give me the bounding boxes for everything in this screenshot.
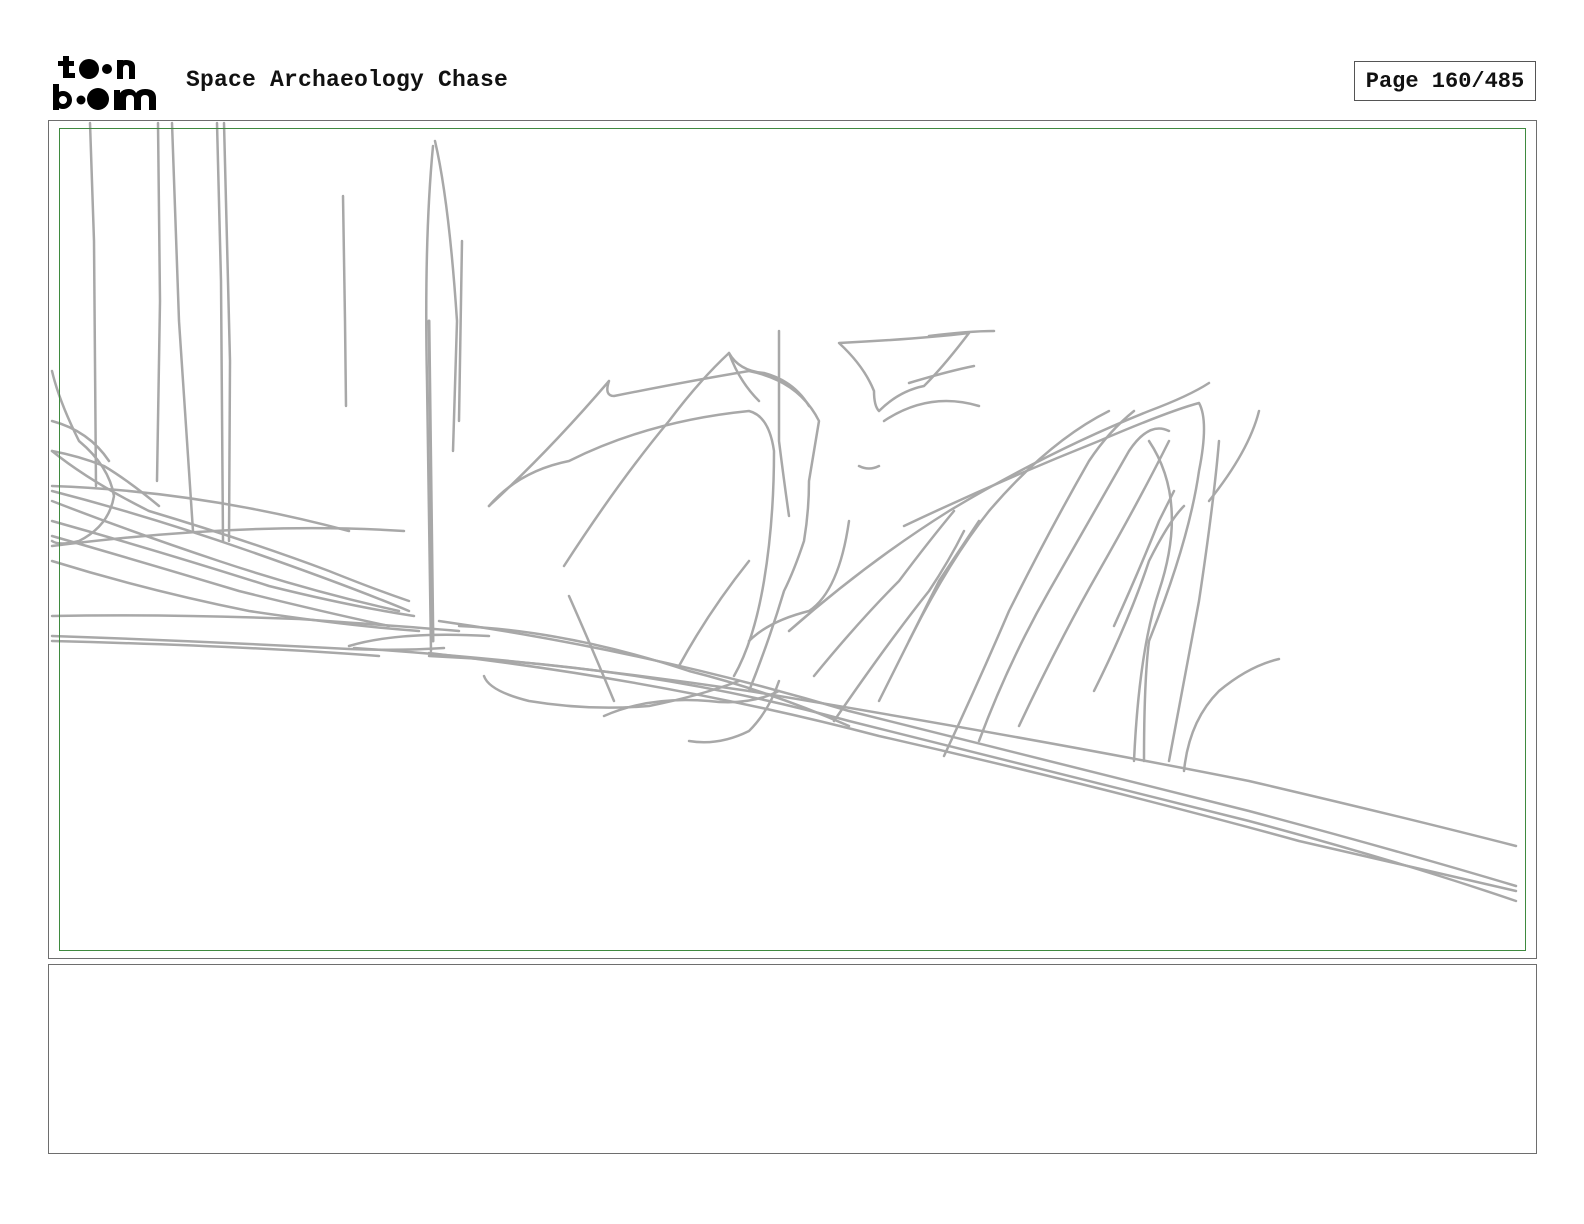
panel-notes-box [48, 964, 1537, 1154]
safe-area-frame [59, 128, 1526, 951]
toonboom-logo [53, 56, 156, 110]
project-title: Space Archaeology Chase [186, 67, 509, 93]
page-number-label: Page 160/485 [1365, 68, 1525, 94]
page-number-box: Page 160/485 [1354, 61, 1536, 101]
